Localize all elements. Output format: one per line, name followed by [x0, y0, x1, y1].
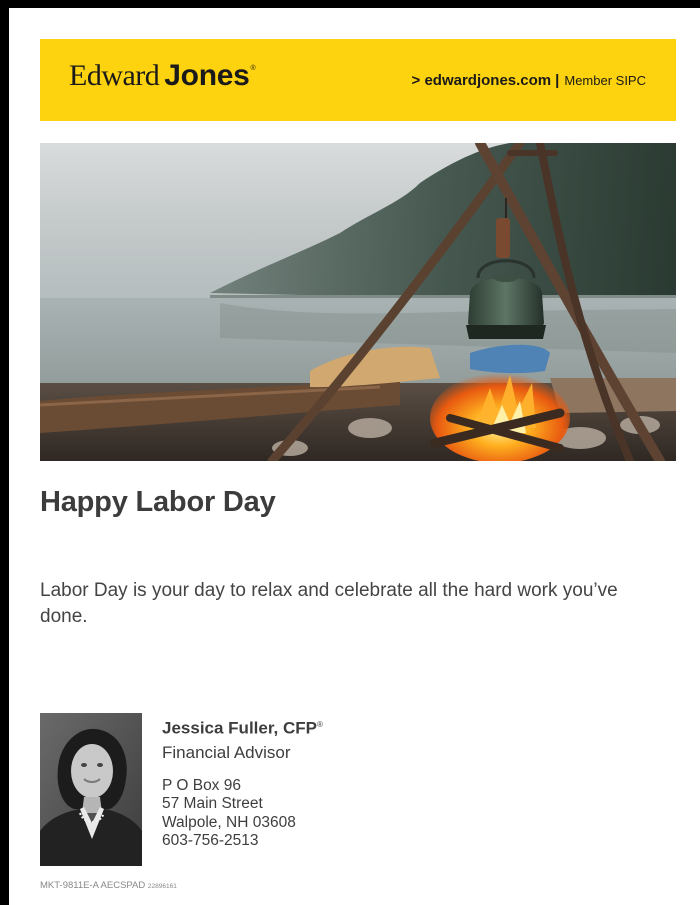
advisor-info: Jessica Fuller, CFP® Financial Advisor P… — [162, 714, 323, 851]
advisor-title: Financial Advisor — [162, 742, 291, 762]
hero-image — [40, 143, 676, 461]
advisor-name-text: Jessica Fuller, CFP — [162, 718, 317, 738]
marketing-code-number: 22896161 — [147, 883, 177, 890]
advisor-address: P O Box 96 57 Main Street Walpole, NH 03… — [162, 777, 323, 851]
logo-edward-text: Edward — [69, 59, 160, 92]
footer-code: MKT-9811E-A AECSPAD 22896161 — [40, 880, 177, 891]
frame-border-top — [0, 0, 700, 8]
edward-jones-logo[interactable]: Edward Jones ® — [69, 59, 256, 99]
logo-registered-mark: ® — [250, 65, 256, 72]
logo-jones-text: Jones — [164, 59, 250, 92]
frame-border-left — [0, 0, 9, 905]
address-line-street: 57 Main Street — [162, 795, 263, 813]
header-separator: | — [555, 72, 560, 89]
advisor-portrait-icon — [40, 713, 142, 866]
member-sipc-text: Member SIPC — [564, 73, 646, 88]
address-line-city: Walpole, NH 03608 — [162, 813, 296, 831]
advisor-photo — [40, 713, 142, 866]
campfire-lake-photo-icon — [40, 143, 676, 461]
website-link[interactable]: > edwardjones.com — [412, 72, 552, 89]
address-line-po-box: P O Box 96 — [162, 776, 241, 794]
brand-header: Edward Jones ® > edwardjones.com | Membe… — [40, 39, 676, 121]
advisor-name: Jessica Fuller, CFP® — [162, 714, 323, 740]
phone-number[interactable]: 603-756-2513 — [162, 832, 323, 851]
marketing-code: MKT-9811E-A AECSPAD — [40, 880, 146, 891]
body-text: Labor Day is your day to relax and celeb… — [40, 580, 618, 627]
header-links: > edwardjones.com | Member SIPC — [412, 72, 646, 89]
email-page: Edward Jones ® > edwardjones.com | Membe… — [9, 8, 700, 905]
headline: Happy Labor Day — [40, 486, 276, 518]
advisor-name-registered-mark: ® — [316, 720, 323, 729]
